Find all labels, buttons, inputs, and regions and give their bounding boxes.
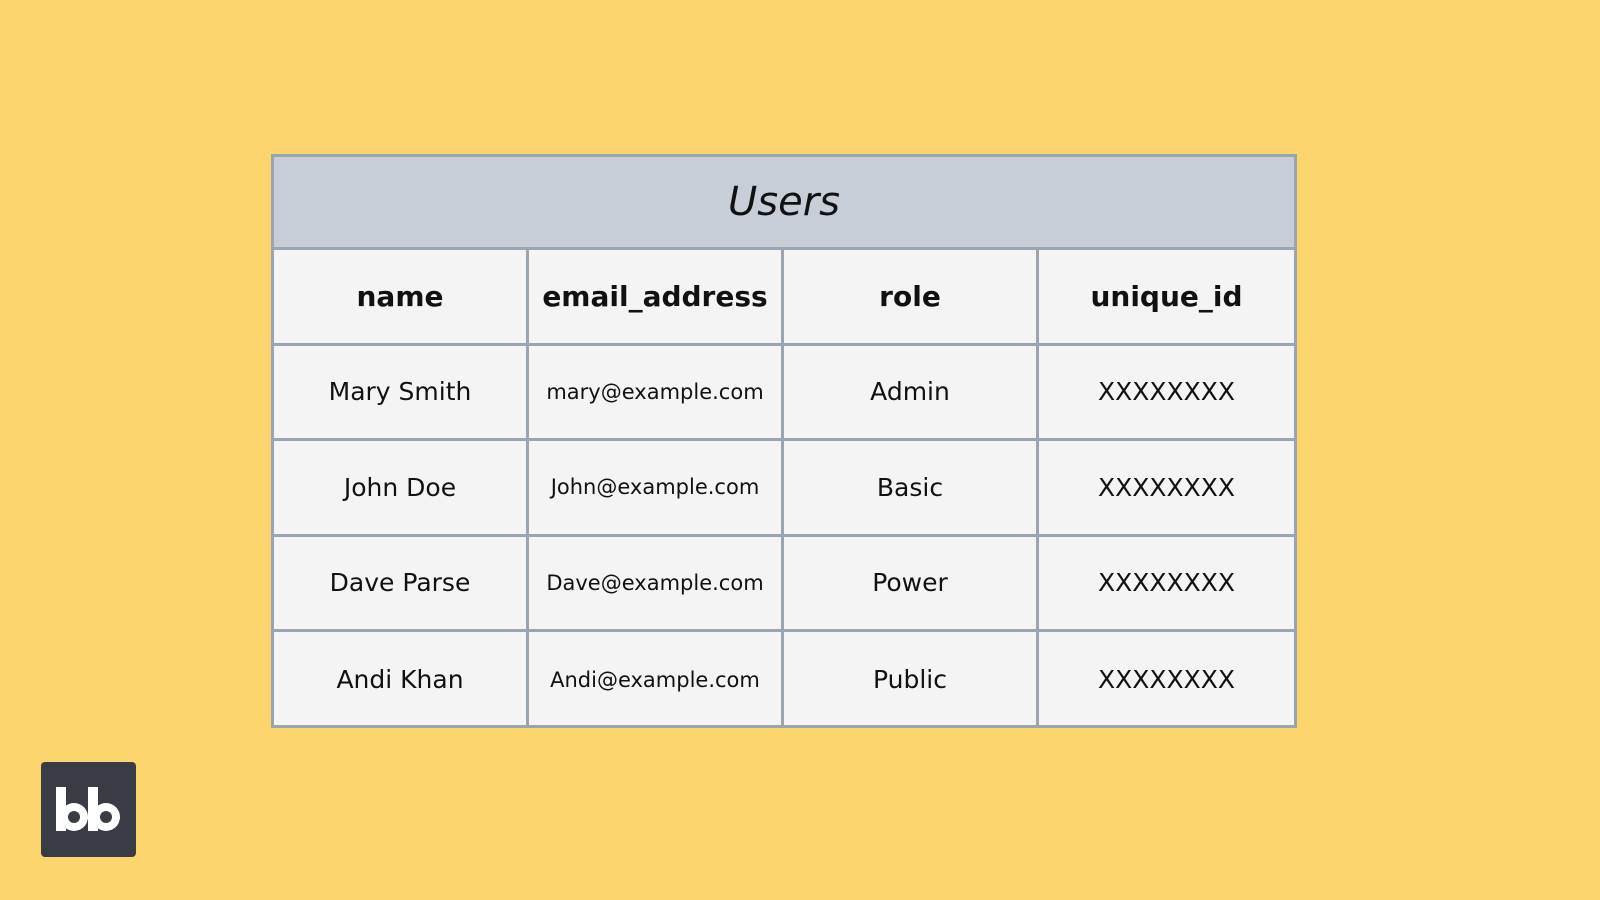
- table-title: Users: [274, 157, 1294, 250]
- row-1-name: Mary Smith: [274, 345, 529, 441]
- bb-logo-icon: [41, 762, 136, 857]
- column-header-unique-id: unique_id: [1039, 250, 1294, 346]
- row-1-email: mary@example.com: [529, 345, 784, 441]
- row-2-role: Basic: [784, 441, 1039, 537]
- bb-logo-glyph: [55, 786, 120, 831]
- row-4-email: Andi@example.com: [529, 632, 784, 728]
- row-3-unique-id: XXXXXXXX: [1039, 537, 1294, 632]
- row-3-role: Power: [784, 536, 1039, 632]
- row-4-unique-id: XXXXXXXX: [1097, 665, 1235, 695]
- row-4-name: Andi Khan: [274, 632, 529, 728]
- column-header-role: role: [784, 250, 1039, 346]
- row-2-email: John@example.com: [529, 441, 784, 537]
- row-2-unique-id: XXXXXXXX: [1039, 441, 1294, 537]
- row-2-name: John Doe: [274, 441, 529, 537]
- column-header-name: name: [274, 250, 529, 346]
- row-4-role: Public: [784, 632, 1039, 728]
- row-1-role: Admin: [784, 345, 1039, 441]
- users-table: Users name email_address role unique_id …: [271, 154, 1297, 728]
- table-grid: name email_address role unique_id Mary S…: [274, 250, 1294, 728]
- row-3-name: Dave Parse: [274, 536, 529, 632]
- row-3-email: Dave@example.com: [529, 536, 784, 632]
- column-header-email-address: email_address: [529, 250, 784, 346]
- row-1-unique-id: XXXXXXXX: [1039, 346, 1294, 441]
